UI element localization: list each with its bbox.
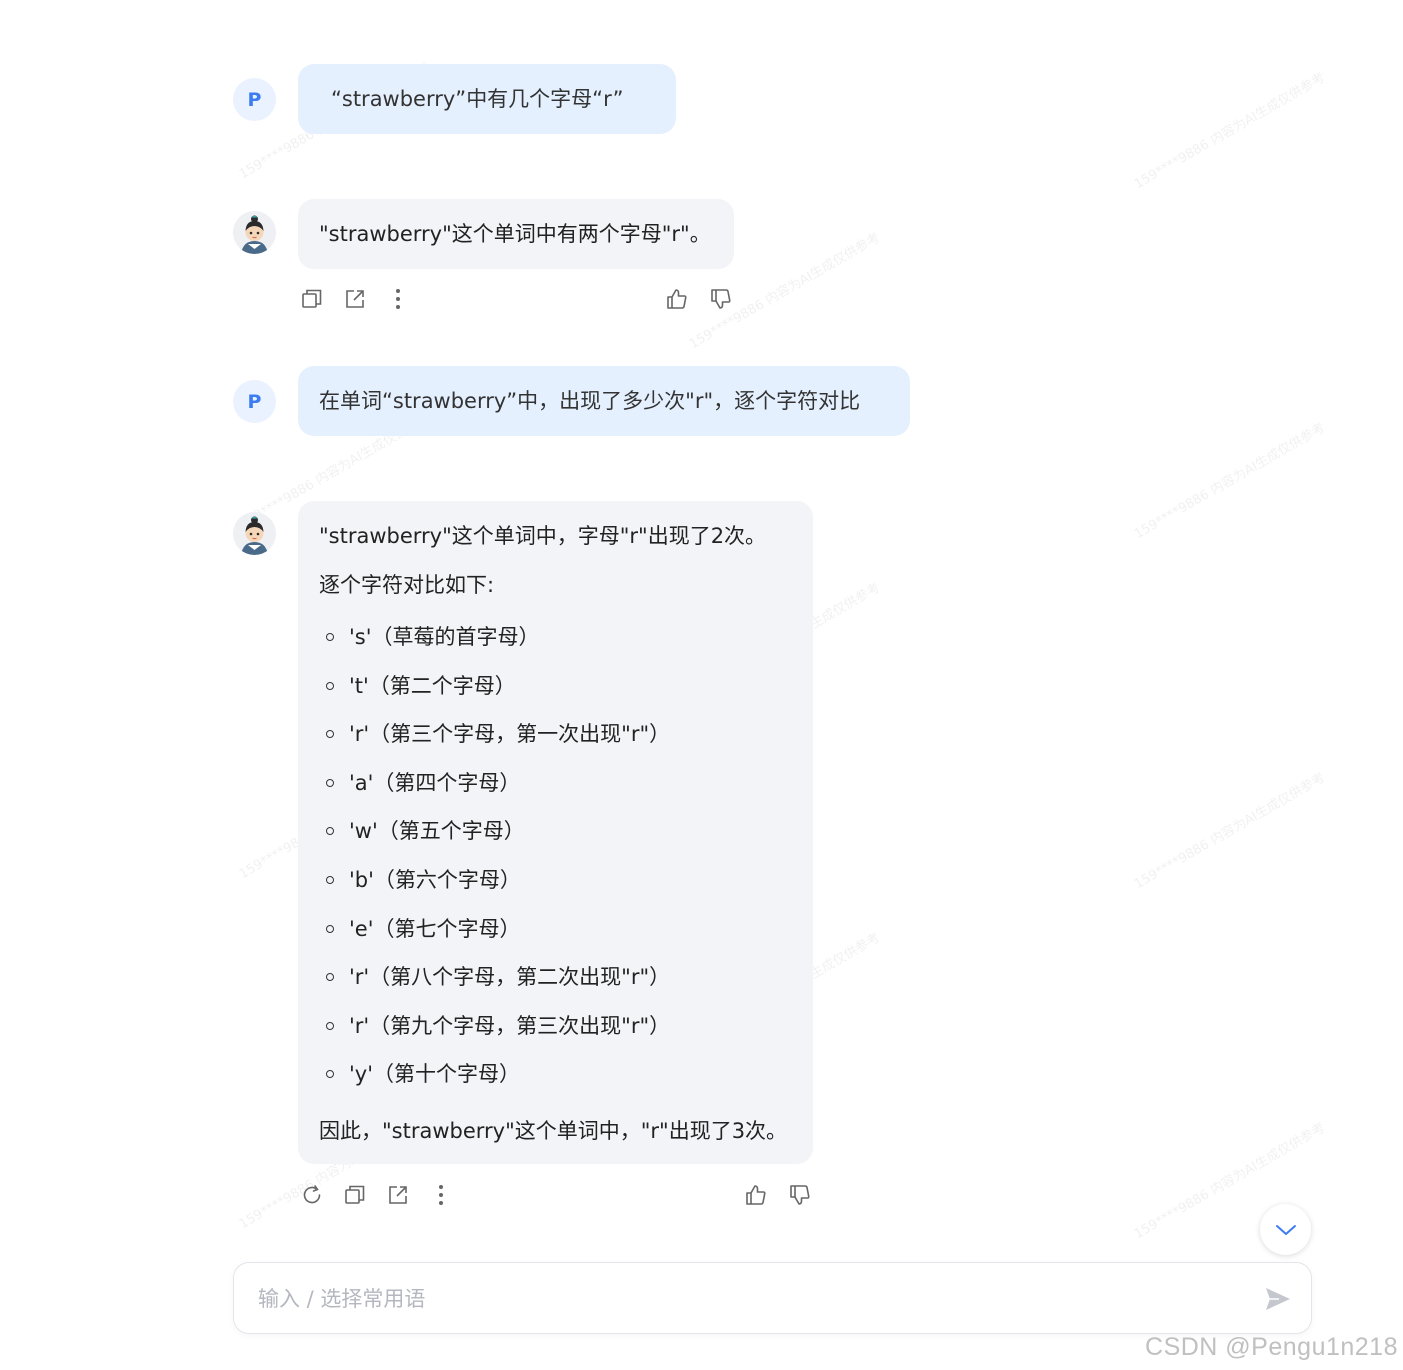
send-button[interactable] — [1263, 1284, 1293, 1314]
character-list: 's'（草莓的首字母） 't'（第二个字母） 'r'（第三个字母，第一次出现"r… — [319, 613, 792, 1099]
assistant-message-text: "strawberry"这个单词中有两个字母"r"。 — [319, 222, 711, 246]
list-item-text: 'y'（第十个字母） — [349, 1062, 520, 1087]
user-message-bubble: 在单词“strawberry”中，出现了多少次"r"，逐个字符对比 — [298, 366, 910, 436]
list-item-text: 's'（草莓的首字母） — [349, 625, 540, 649]
list-item-text: 'b'（第六个字母） — [349, 867, 521, 892]
more-icon[interactable] — [385, 286, 411, 312]
list-item: 'b'（第六个字母） — [319, 856, 792, 905]
list-item: 's'（草莓的首字母） — [319, 613, 792, 662]
bullet-icon — [326, 1021, 334, 1030]
assistant-message-bubble: "strawberry"这个单词中，字母"r"出现了2次。 逐个字符对比如下: … — [298, 501, 813, 1164]
chevron-down-icon — [1275, 1224, 1296, 1235]
thumbs-up-icon[interactable] — [664, 286, 690, 312]
list-item: 'y'（第十个字母） — [319, 1050, 792, 1099]
user-message-text: 在单词“strawberry”中，出现了多少次"r"，逐个字符对比 — [319, 389, 861, 413]
send-icon — [1266, 1288, 1290, 1310]
assistant-avatar-icon — [233, 211, 276, 254]
more-icon[interactable] — [428, 1182, 454, 1208]
list-item-text: 'e'（第七个字母） — [349, 916, 521, 941]
list-item-text: 'r'（第九个字母，第三次出现"r"） — [349, 1013, 671, 1038]
chat-page: 159****9886 内容为AI生成仅供参考 159****9886 内容为A… — [0, 0, 1403, 1370]
assistant-avatar — [233, 211, 276, 254]
bullet-icon — [326, 973, 334, 982]
list-item: 'r'（第八个字母，第二次出现"r"） — [319, 953, 792, 1002]
assistant-intro-text: "strawberry"这个单词中，字母"r"出现了2次。 — [319, 524, 767, 548]
assistant-conclusion-text: 因此，"strawberry"这个单词中，"r"出现了3次。 — [319, 1118, 788, 1143]
user-message-text: “strawberry”中有几个字母“r” — [331, 87, 624, 111]
bullet-icon — [326, 924, 334, 933]
list-item-text: 't'（第二个字母） — [349, 673, 516, 698]
assistant-subhead-text: 逐个字符对比如下: — [319, 573, 495, 597]
watermark-text: 159****9886 内容为AI生成仅供参考 — [1131, 70, 1328, 193]
list-item: 'e'（第七个字母） — [319, 905, 792, 954]
bullet-icon — [326, 1070, 334, 1079]
assistant-avatar-icon — [233, 512, 276, 555]
bullet-icon — [326, 827, 334, 836]
list-item-text: 'r'（第三个字母，第一次出现"r"） — [349, 722, 671, 747]
list-item-text: 'w'（第五个字母） — [349, 819, 525, 844]
scroll-to-bottom-button[interactable] — [1260, 1204, 1311, 1255]
thumbs-down-icon[interactable] — [787, 1182, 813, 1208]
list-item: 't'（第二个字母） — [319, 662, 792, 711]
user-message-bubble: “strawberry”中有几个字母“r” — [298, 64, 676, 134]
share-icon[interactable] — [385, 1182, 411, 1208]
user-avatar: P — [233, 78, 276, 121]
list-item: 'r'（第三个字母，第一次出现"r"） — [319, 710, 792, 759]
watermark-text: 159****9886 内容为AI生成仅供参考 — [1131, 770, 1328, 893]
csdn-watermark: CSDN @Pengu1n218 — [1145, 1333, 1398, 1361]
list-item: 'r'（第九个字母，第三次出现"r"） — [319, 1002, 792, 1051]
list-item-text: 'a'（第四个字母） — [349, 770, 521, 795]
thumbs-down-icon[interactable] — [708, 286, 734, 312]
bullet-icon — [326, 681, 334, 690]
bullet-icon — [326, 875, 334, 884]
bullet-icon — [326, 778, 334, 787]
regenerate-icon[interactable] — [299, 1182, 325, 1208]
bullet-icon — [326, 730, 334, 739]
message-input[interactable] — [256, 1263, 1220, 1335]
copy-icon[interactable] — [342, 1182, 368, 1208]
message-input-container — [233, 1262, 1312, 1335]
list-item: 'a'（第四个字母） — [319, 759, 792, 808]
list-item: 'w'（第五个字母） — [319, 807, 792, 856]
watermark-text: 159****9886 内容为AI生成仅供参考 — [1131, 420, 1328, 543]
bullet-icon — [326, 633, 334, 641]
assistant-avatar — [233, 512, 276, 555]
list-item-text: 'r'（第八个字母，第二次出现"r"） — [349, 965, 671, 990]
assistant-message-bubble: "strawberry"这个单词中有两个字母"r"。 — [298, 199, 734, 269]
share-icon[interactable] — [342, 286, 368, 312]
user-avatar: P — [233, 380, 276, 423]
copy-icon[interactable] — [299, 286, 325, 312]
thumbs-up-icon[interactable] — [743, 1182, 769, 1208]
